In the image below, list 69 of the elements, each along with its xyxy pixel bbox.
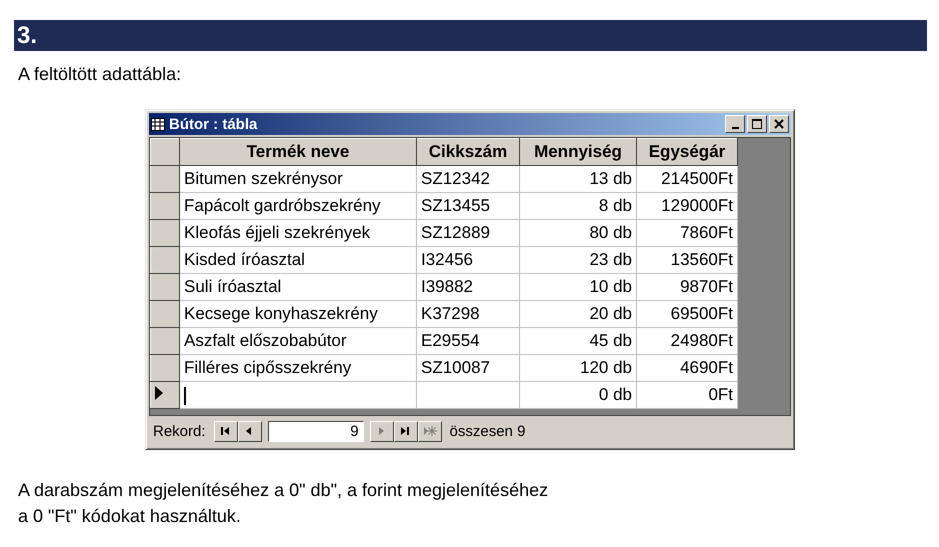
table-cell: 80 db bbox=[520, 220, 636, 246]
table-cell: I32456 bbox=[416, 246, 520, 274]
table-cell: 129000Ft bbox=[636, 192, 738, 220]
table-cell: SZ10087 bbox=[416, 354, 520, 382]
minimize-button[interactable] bbox=[725, 115, 745, 133]
current-row-icon bbox=[154, 386, 164, 400]
maximize-icon bbox=[752, 119, 762, 129]
table-cell: 23 db bbox=[520, 246, 636, 274]
table-cell: E29554 bbox=[416, 328, 520, 354]
table-cell: 7860Ft bbox=[636, 220, 738, 246]
table-cell: 0Ft bbox=[636, 382, 738, 408]
table-cell: I39882 bbox=[416, 274, 520, 300]
note-text: A darabszám megjelenítéséhez a 0" db", a forint megjelenítéséhez bbox=[18, 480, 550, 501]
table-cell: 120 db bbox=[520, 354, 636, 382]
table-cell: Suli íróasztal bbox=[180, 274, 416, 300]
row-selector[interactable] bbox=[150, 192, 180, 220]
table-cell: SZ13455 bbox=[416, 192, 520, 220]
table-cell: 13560Ft bbox=[636, 246, 738, 274]
table-cell: 9870Ft bbox=[636, 274, 738, 300]
table-cell: 24980Ft bbox=[636, 328, 738, 354]
table-cell: 13 db bbox=[520, 166, 636, 192]
row-selector[interactable] bbox=[150, 300, 180, 328]
previous-record-button[interactable] bbox=[238, 420, 262, 442]
arrow-star-icon bbox=[422, 425, 437, 437]
row-selector[interactable] bbox=[150, 220, 180, 246]
intro-text: A feltöltött adattábla: bbox=[18, 64, 182, 85]
row-selector[interactable] bbox=[150, 166, 180, 192]
table-cell: 20 db bbox=[520, 300, 636, 328]
maximize-button[interactable] bbox=[747, 115, 767, 133]
table-cell: 10 db bbox=[520, 274, 636, 300]
table-cell: Bitumen szekrénysor bbox=[180, 166, 416, 192]
table-cell: 4690Ft bbox=[636, 354, 738, 382]
table-cell: K37298 bbox=[416, 300, 520, 328]
first-record-button[interactable] bbox=[214, 420, 238, 442]
row-selector[interactable] bbox=[150, 246, 180, 274]
table-icon bbox=[151, 118, 165, 130]
table-cell: Filléres cipősszekrény bbox=[180, 354, 416, 382]
close-icon bbox=[774, 119, 784, 129]
record-label: Rekord: bbox=[153, 422, 206, 440]
minimize-icon bbox=[732, 127, 738, 129]
table-cell: SZ12342 bbox=[416, 166, 520, 192]
table-cell: 45 db bbox=[520, 328, 636, 354]
table-cell: 8 db bbox=[520, 192, 636, 220]
text-cursor bbox=[184, 386, 186, 405]
section-heading: 3. bbox=[14, 20, 927, 51]
table-cell: 214500Ft bbox=[636, 166, 738, 192]
select-all-corner[interactable] bbox=[150, 138, 180, 166]
table-cell: Aszfalt előszobabútor bbox=[180, 328, 416, 354]
table-cell: Kleofás éjjeli szekrények bbox=[180, 220, 416, 246]
note-text: a 0 "Ft" kódokat használtuk. bbox=[18, 506, 242, 527]
table-cell: Fapácolt gardróbszekrény bbox=[180, 192, 416, 220]
column-header[interactable]: Cikkszám bbox=[416, 138, 520, 166]
last-record-button[interactable] bbox=[394, 420, 418, 442]
row-selector[interactable] bbox=[150, 328, 180, 354]
column-header[interactable]: Termék neve bbox=[180, 138, 416, 166]
table-cell: SZ12889 bbox=[416, 220, 520, 246]
record-total: összesen 9 bbox=[450, 422, 526, 440]
row-selector[interactable] bbox=[150, 274, 180, 300]
column-header[interactable]: Egységár bbox=[636, 138, 738, 166]
table-cell: 69500Ft bbox=[636, 300, 738, 328]
table-cell: 0 db bbox=[520, 382, 636, 408]
window-title: Bútor : tábla bbox=[169, 116, 258, 132]
row-selector[interactable] bbox=[150, 354, 180, 382]
table-cell: Kecsege konyhaszekrény bbox=[180, 300, 416, 328]
table-cell: Kisded íróasztal bbox=[180, 246, 416, 274]
row-selector[interactable] bbox=[150, 382, 180, 408]
column-header[interactable]: Mennyiség bbox=[520, 138, 636, 166]
close-button[interactable] bbox=[769, 115, 789, 133]
record-number-field[interactable]: 9 bbox=[268, 420, 364, 442]
